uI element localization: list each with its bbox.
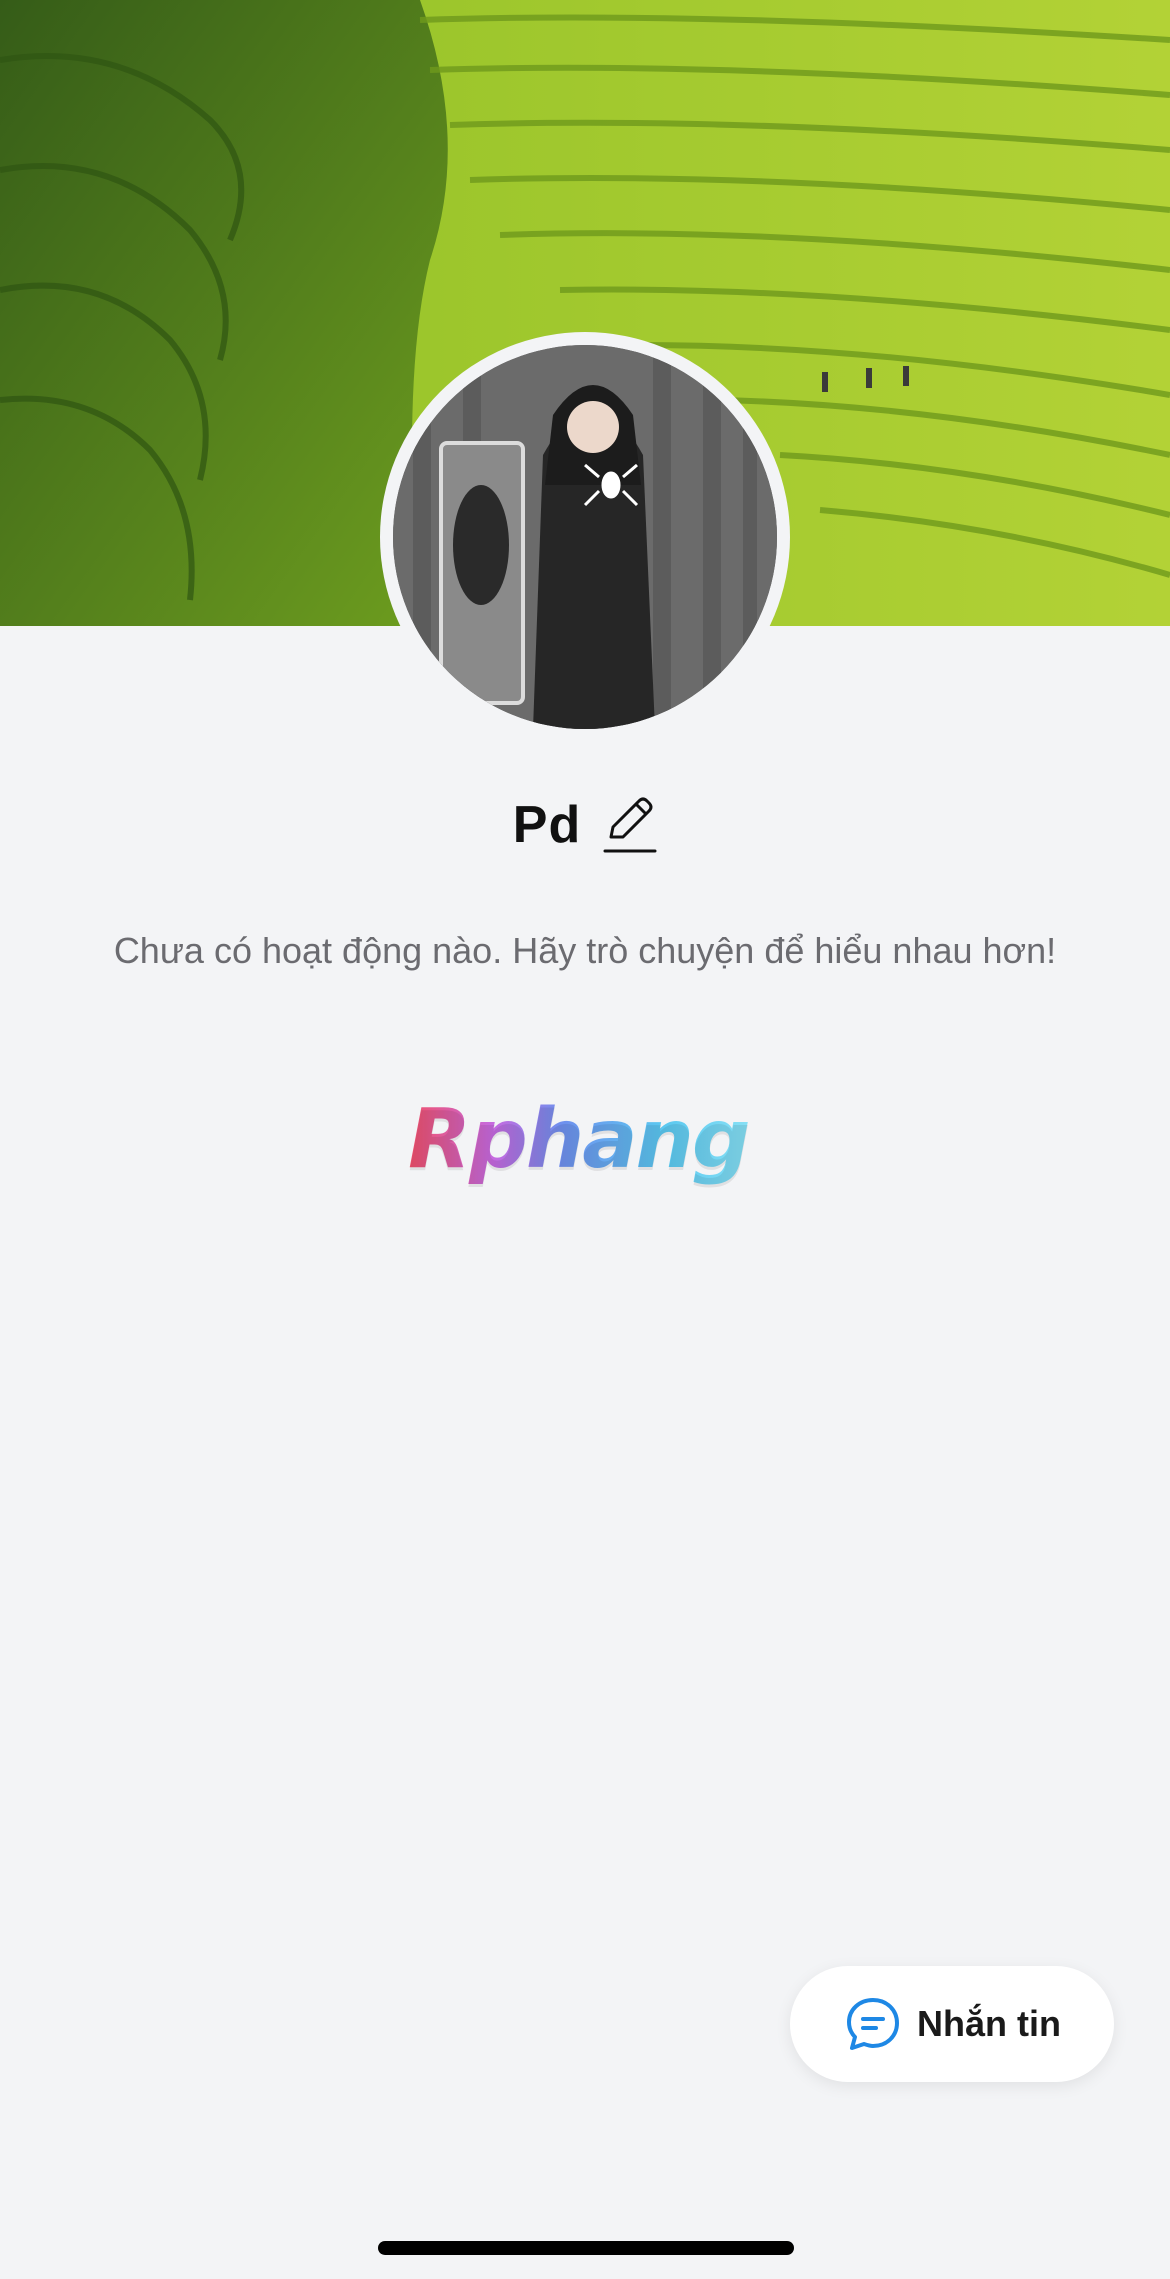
message-button[interactable]: Nhắn tin [790, 1966, 1114, 2082]
message-button-label: Nhắn tin [917, 2003, 1061, 2044]
chat-bubble-icon [843, 1994, 903, 2054]
activity-status-text: Chưa có hoạt động nào. Hãy trò chuyện để… [113, 930, 1057, 971]
avatar[interactable] [393, 345, 777, 729]
brand-logo-text: Rphang [408, 1092, 751, 1187]
home-indicator[interactable] [378, 2241, 794, 2255]
profile-name-row: Pd [0, 785, 1170, 865]
profile-name: Pd [512, 796, 582, 854]
brand-logo: Rphang [408, 1090, 768, 1190]
pencil-icon[interactable] [603, 795, 657, 855]
